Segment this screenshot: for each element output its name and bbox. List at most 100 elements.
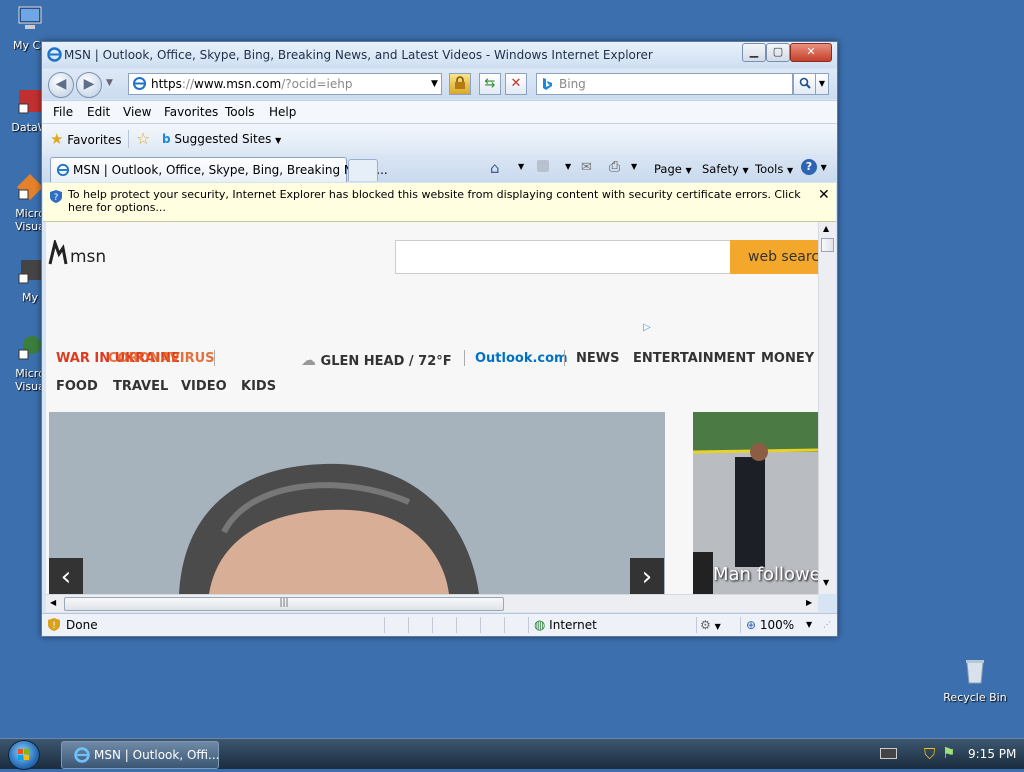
scroll-down-button[interactable]: ▼: [823, 578, 829, 587]
maximize-button[interactable]: ▢: [766, 43, 790, 62]
nav-kids[interactable]: KIDS: [241, 379, 276, 394]
minimize-button[interactable]: ▁: [742, 43, 766, 62]
security-zone[interactable]: ◍ Internet: [534, 618, 597, 633]
tab-msn[interactable]: MSN | Outlook, Office, Skype, Bing, Brea…: [50, 157, 388, 182]
feeds-dropdown[interactable]: ▼: [565, 162, 571, 171]
favorites-bar: ★ Favorites ☆ b Suggested Sites ▼: [42, 124, 837, 154]
nav-food[interactable]: FOOD: [56, 379, 98, 394]
recycle-bin-icon: [966, 660, 984, 684]
bing-small-icon: b: [162, 132, 171, 146]
zoom-dropdown[interactable]: ▼: [806, 620, 812, 629]
recent-pages-dropdown[interactable]: ▼: [106, 78, 113, 88]
safety-menu-label: Safety: [702, 162, 739, 176]
chevron-down-icon: ▼: [275, 136, 282, 145]
horizontal-scroll-thumb[interactable]: |||: [64, 597, 504, 611]
nav-entertainment[interactable]: ENTERTAINMENT: [633, 351, 755, 366]
new-tab-button[interactable]: [348, 159, 378, 181]
home-dropdown[interactable]: ▼: [518, 162, 524, 171]
divider: [128, 130, 129, 148]
printer-icon: ⎙: [609, 159, 621, 175]
menu-file[interactable]: File: [53, 105, 73, 119]
address-bar[interactable]: https://www.msn.com/?ocid=iehp ▼: [128, 73, 442, 95]
search-options-dropdown[interactable]: ▼: [815, 73, 829, 95]
scroll-left-button[interactable]: ◀: [50, 598, 56, 607]
status-bar: ! Done ◍ Internet ⚙ ▼ ⊕ 100% ▼ ⋰: [42, 613, 837, 636]
menu-tools[interactable]: Tools: [225, 105, 255, 119]
print-button[interactable]: ⎙: [609, 159, 620, 175]
information-bar[interactable]: ? To help protect your security, Interne…: [43, 183, 836, 222]
nav-weather[interactable]: ☁ GLEN HEAD / 72°F: [301, 351, 452, 369]
msn-logo[interactable]: msn: [46, 237, 106, 271]
hero-carousel-image[interactable]: ‹ ›: [49, 412, 665, 594]
ad-choices-icon[interactable]: ▷: [643, 322, 651, 333]
home-button[interactable]: ⌂: [490, 159, 500, 177]
vertical-scrollbar[interactable]: ▲ ▼: [818, 222, 836, 594]
msn-search-input[interactable]: [395, 240, 731, 274]
desktop-icon-recycle-bin[interactable]: Recycle Bin: [943, 656, 1007, 704]
network-tray-icon[interactable]: ⚑: [942, 744, 955, 762]
menu-help[interactable]: Help: [269, 105, 296, 119]
safety-menu[interactable]: Safety ▼: [702, 162, 749, 176]
favorites-button[interactable]: ★ Favorites: [50, 130, 122, 148]
help-button[interactable]: ? ▼: [801, 159, 827, 175]
menu-favorites[interactable]: Favorites: [164, 105, 218, 119]
nav-alert-overlap-text: CORONAVIRUS: [108, 351, 215, 366]
feeds-button[interactable]: [537, 160, 549, 175]
resize-grip[interactable]: ⋰: [823, 620, 831, 629]
page-menu[interactable]: Page ▼: [654, 162, 692, 176]
nav-outlook[interactable]: Outlook.com: [475, 351, 568, 366]
shield-warning-icon: !: [48, 618, 60, 631]
add-favorite-icon: ☆: [136, 129, 151, 148]
zoom-button[interactable]: ⊕ 100%: [746, 618, 794, 632]
rss-icon: [537, 160, 549, 172]
search-button[interactable]: [793, 73, 817, 95]
msn-logo-text: msn: [70, 247, 107, 267]
address-host: www.msn.com: [194, 77, 282, 91]
zoom-level: 100%: [759, 618, 795, 632]
title-bar[interactable]: MSN | Outlook, Office, Skype, Bing, Brea…: [42, 42, 837, 68]
nav-alert-coronavirus[interactable]: CORONAVIRUS: [108, 351, 215, 366]
scroll-right-button[interactable]: ▶: [806, 598, 812, 607]
search-placeholder: Bing: [559, 77, 586, 91]
protected-mode-button[interactable]: ⚙ ▼: [700, 618, 721, 632]
search-box[interactable]: Bing: [536, 73, 793, 95]
stop-button[interactable]: ✕: [505, 73, 527, 95]
add-to-favorites-button[interactable]: ☆: [136, 129, 150, 148]
side-story-card[interactable]: Man followe: [693, 412, 818, 594]
information-bar-close-button[interactable]: ✕: [818, 187, 830, 203]
taskbar-ie-window-button[interactable]: MSN | Outlook, Offi...: [61, 741, 219, 769]
windows-logo-icon: [18, 749, 29, 760]
vertical-scroll-thumb[interactable]: [821, 238, 834, 252]
ie-window[interactable]: MSN | Outlook, Office, Skype, Bing, Brea…: [41, 41, 838, 637]
carousel-next-button[interactable]: ›: [630, 558, 664, 594]
menu-view[interactable]: View: [123, 105, 151, 119]
nav-money[interactable]: MONEY: [761, 351, 814, 366]
cloud-icon: ☁: [301, 351, 316, 369]
horizontal-scrollbar[interactable]: ◀ ||| ▶: [46, 594, 818, 612]
web-search-button[interactable]: web search: [730, 240, 818, 274]
status-divider: [740, 617, 741, 633]
nav-video[interactable]: VIDEO: [181, 379, 227, 394]
forward-button[interactable]: ▶: [76, 72, 102, 98]
security-shield-tray-icon[interactable]: ⛉: [924, 745, 935, 763]
refresh-button[interactable]: ⇆: [479, 73, 501, 95]
nav-news[interactable]: NEWS: [576, 351, 619, 366]
start-button[interactable]: [8, 740, 40, 770]
close-button[interactable]: ✕: [790, 43, 832, 62]
read-mail-button[interactable]: ✉: [581, 160, 592, 175]
scroll-up-button[interactable]: ▲: [823, 224, 829, 233]
menu-edit[interactable]: Edit: [87, 105, 110, 119]
clock[interactable]: 9:15 PM: [968, 747, 1016, 761]
carousel-prev-button[interactable]: ‹: [49, 558, 83, 594]
suggested-sites-button[interactable]: b Suggested Sites ▼: [162, 132, 281, 146]
print-dropdown[interactable]: ▼: [631, 162, 637, 171]
nav-travel[interactable]: TRAVEL: [113, 379, 168, 394]
page-menu-label: Page: [654, 162, 682, 176]
address-dropdown[interactable]: ▼: [431, 79, 438, 89]
back-button[interactable]: ◀: [48, 72, 74, 98]
tools-menu[interactable]: Tools ▼: [755, 162, 793, 176]
svg-text:!: !: [52, 621, 56, 631]
keyboard-icon[interactable]: [880, 748, 897, 759]
certificate-lock-button[interactable]: [449, 73, 471, 95]
lock-icon: [455, 76, 465, 89]
